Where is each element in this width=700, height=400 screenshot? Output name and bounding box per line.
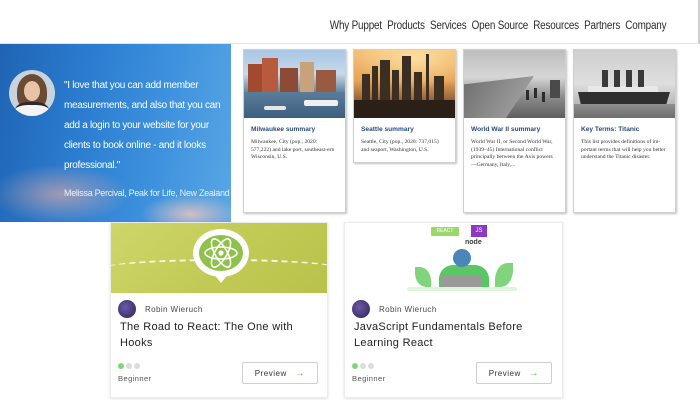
course-level: Beginner [118, 374, 152, 383]
level-indicator [118, 363, 142, 369]
course-level: Beginner [352, 374, 386, 383]
summary-card-titanic[interactable]: Key Terms: Titanic This list provides de… [573, 49, 676, 213]
milwaukee-harbor-photo [244, 50, 345, 118]
summary-text: World War II, or Second World War, (1939… [471, 139, 553, 168]
nav-item-products[interactable]: Products [387, 20, 425, 32]
summary-text: Seattle, City (pop., 2020: 737,015) and … [361, 139, 439, 153]
nav-item-company[interactable]: Company [625, 20, 666, 32]
avatar-body [15, 102, 49, 116]
titanic-ship-photo [574, 50, 675, 118]
testimonial-avatar [9, 70, 55, 116]
author-name: Robin Wieruch [379, 304, 437, 314]
course-author: Robin Wieruch [352, 300, 437, 318]
summary-title[interactable]: Seattle summary [354, 118, 455, 133]
author-name: Robin Wieruch [145, 304, 203, 314]
summary-title[interactable]: Key Terms: Titanic [574, 118, 675, 133]
top-navigation-bar: Why Puppet Products Services Open Source… [0, 0, 700, 44]
preview-label: Preview [254, 368, 287, 378]
testimonial-banner: "I love that you can add member measurem… [0, 44, 231, 222]
arrow-right-icon: → [294, 367, 306, 379]
nav-item-services[interactable]: Services [430, 20, 467, 32]
course-title[interactable]: The Road to React: The One with Hooks [120, 320, 320, 351]
preview-button[interactable]: Preview → [476, 362, 552, 384]
summary-card-seattle[interactable]: Seattle summary Seattle, City (pop., 202… [353, 49, 456, 163]
author-avatar [352, 300, 370, 318]
course-title[interactable]: JavaScript Fundamentals Before Learning … [354, 320, 554, 351]
course-card-javascript-fundamentals[interactable]: REACT JS node Robin Wieruch JavaScript F… [344, 222, 563, 398]
js-badge: JS [471, 225, 487, 237]
preview-button[interactable]: Preview → [242, 362, 318, 384]
nav-item-open-source[interactable]: Open Source [471, 20, 528, 32]
ww2-soldiers-photo [464, 50, 565, 118]
testimonial-author: Melissa Percival, Peak for Life, New Zea… [64, 188, 230, 198]
react-atom-banner [111, 223, 327, 293]
testimonial-quote: "I love that you can add member measurem… [64, 80, 221, 171]
js-node-react-banner: REACT JS node [345, 223, 562, 293]
course-author: Robin Wieruch [118, 300, 203, 318]
summary-card-milwaukee[interactable]: Milwaukee summary Milwaukee, City (pop.,… [243, 49, 346, 213]
summary-text: This list provides definitions of im-por… [581, 139, 666, 161]
page-root: Why Puppet Products Services Open Source… [0, 0, 700, 400]
avatar-face [24, 81, 40, 101]
nav-item-partners[interactable]: Partners [584, 20, 620, 32]
arrow-right-icon: → [528, 367, 540, 379]
react-badge: REACT [431, 227, 459, 236]
summary-title[interactable]: Milwaukee summary [244, 118, 345, 133]
preview-label: Preview [488, 368, 521, 378]
react-atom-icon [204, 238, 238, 268]
author-avatar [118, 300, 136, 318]
node-logo: node [465, 239, 482, 246]
summary-card-world-war-ii[interactable]: World War II summary World War II, or Se… [463, 49, 566, 213]
level-indicator [352, 363, 376, 369]
background-hand [140, 194, 231, 222]
nav-item-why-puppet[interactable]: Why Puppet [329, 20, 381, 32]
nav-item-resources[interactable]: Resources [533, 20, 579, 32]
seattle-skyline-photo [354, 50, 455, 118]
course-card-road-to-react[interactable]: Robin Wieruch The Road to React: The One… [110, 222, 328, 398]
summary-text: Milwaukee, City (pop., 2020: 577,222) an… [251, 139, 335, 161]
summary-title[interactable]: World War II summary [464, 118, 565, 133]
nav-links: Why Puppet Products Services Open Source… [327, 20, 666, 32]
